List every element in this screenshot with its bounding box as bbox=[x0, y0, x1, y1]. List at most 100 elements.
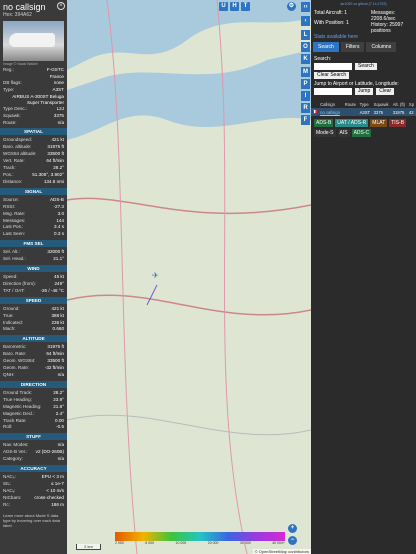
map-button-l[interactable]: L bbox=[301, 30, 310, 40]
altitude-legend bbox=[115, 532, 285, 541]
table-row[interactable]: 🇫🇷 no callsign A3ST 3375 31975 42 bbox=[311, 108, 416, 116]
accuracy-label: Rc: bbox=[3, 501, 10, 507]
stuff-value: v2 (DO-260B) bbox=[35, 449, 64, 455]
column-header[interactable]: Callsign bbox=[319, 101, 344, 108]
speed-row: True: 388 kt bbox=[0, 313, 67, 320]
zoom-in-button[interactable]: + bbox=[288, 524, 297, 533]
chevron-left-icon[interactable]: ‹ bbox=[301, 16, 310, 26]
wind-row: Speed: 45 kt bbox=[0, 274, 67, 281]
button-u[interactable]: U bbox=[219, 2, 228, 11]
accuracy-row: NACᵥ: < 10 m/s bbox=[0, 488, 67, 495]
stuff-label: Category: bbox=[3, 456, 23, 462]
direction-row: Ground Track: 28.2° bbox=[0, 390, 67, 397]
spatial-value: 421 kt bbox=[51, 137, 64, 143]
altitude-value: 31975 ft bbox=[47, 344, 64, 350]
wind-label: TAT / OAT: bbox=[3, 287, 25, 293]
stuff-value: n/a bbox=[57, 442, 64, 448]
column-header[interactable]: Sp bbox=[408, 101, 416, 108]
altitude-tick: 40 000+ bbox=[272, 541, 285, 545]
direction-label: Magnetic Decl.: bbox=[3, 410, 35, 416]
column-header[interactable]: Alt. (ft) bbox=[392, 101, 408, 108]
reg-value[interactable]: F-GSTC bbox=[47, 67, 64, 74]
map-button-p[interactable]: P bbox=[301, 78, 310, 89]
with-position: With Position: 1 bbox=[314, 20, 349, 26]
settings-icon[interactable]: ⚙ bbox=[287, 2, 296, 11]
tab-search[interactable]: Search bbox=[313, 42, 339, 52]
chevron-left-right-icon[interactable]: ‹› bbox=[301, 2, 310, 12]
signal-value: ADS-B bbox=[49, 196, 64, 202]
speed-label: Ground: bbox=[3, 305, 20, 311]
motorway bbox=[67, 294, 311, 316]
search-button[interactable]: Search bbox=[355, 63, 377, 70]
zoom-out-button[interactable]: − bbox=[288, 536, 297, 545]
direction-value: 2.4° bbox=[55, 410, 64, 416]
wind-label: Speed: bbox=[3, 274, 18, 280]
type-label: Type: bbox=[3, 86, 15, 92]
section-header-accuracy: ACCURACY bbox=[0, 465, 67, 473]
signal-label: Last Seen: bbox=[3, 231, 25, 237]
tab-columns[interactable]: Columns bbox=[366, 42, 397, 52]
jump-input[interactable] bbox=[314, 88, 352, 95]
source-tag: MLAT bbox=[370, 119, 388, 127]
column-header[interactable] bbox=[311, 101, 319, 108]
detail-sections: SPATIAL Groundspeed: 421 kt Baro. altitude:… bbox=[0, 128, 67, 508]
map-button-r[interactable]: R bbox=[301, 103, 310, 114]
signal-label: Msg. Rate: bbox=[3, 210, 26, 216]
source-tag: AIS bbox=[337, 129, 350, 137]
jump-button[interactable]: Jump bbox=[355, 88, 374, 95]
altitude-label: Baro. Rate: bbox=[3, 351, 27, 357]
type-full: AIRBUS A-300ST Beluga Super Transporter bbox=[12, 93, 64, 105]
table-cell: 3375 bbox=[372, 108, 392, 116]
signal-row: Last Pos.: 3.4 s bbox=[0, 224, 67, 231]
map-button-m[interactable]: M bbox=[301, 66, 310, 77]
version-link[interactable]: tar1090 on github (7.14.1753) bbox=[311, 0, 416, 8]
fms-label: Sel. Alt.: bbox=[3, 249, 20, 255]
map-button-o[interactable]: O bbox=[301, 42, 310, 53]
column-header[interactable]: Route bbox=[344, 101, 359, 108]
direction-row: Track Rate: 0.00 bbox=[0, 418, 67, 425]
tab-filters[interactable]: Filters bbox=[340, 42, 365, 52]
spatial-row: Groundspeed: 421 kt bbox=[0, 137, 67, 144]
aircraft-photo[interactable] bbox=[3, 21, 64, 61]
dbflags-row: DB flags: none bbox=[0, 80, 67, 87]
route-row: Route: n/a bbox=[0, 120, 67, 127]
aircraft-photo-shape bbox=[9, 33, 55, 47]
map-button-i[interactable]: I bbox=[301, 91, 310, 101]
signal-row: Last Seen: 0.3 s bbox=[0, 231, 67, 238]
source-tag: ADS-C bbox=[351, 129, 372, 137]
signal-value: 144 bbox=[56, 217, 64, 223]
column-header[interactable]: Type bbox=[359, 101, 373, 108]
clear-button[interactable]: Clear bbox=[376, 88, 395, 95]
dbflags-label: DB flags: bbox=[3, 79, 22, 85]
fms-value: 21.1° bbox=[53, 256, 64, 262]
aircraft-marker-icon[interactable]: ✈ bbox=[152, 271, 159, 280]
altitude-row: QNH: n/a bbox=[0, 372, 67, 379]
altitude-value: n/a bbox=[57, 372, 64, 377]
search-input[interactable] bbox=[314, 63, 352, 70]
signal-label: RSSI: bbox=[3, 203, 15, 209]
accuracy-value: 186 m bbox=[51, 501, 64, 507]
close-icon[interactable]: × bbox=[57, 2, 65, 10]
button-t[interactable]: T bbox=[241, 2, 250, 11]
direction-row: Magnetic Decl.: 2.4° bbox=[0, 411, 67, 418]
altitude-tick: 2 000 bbox=[115, 541, 124, 545]
map-canvas[interactable]: ✈ bbox=[67, 0, 311, 554]
direction-label: True Heading: bbox=[3, 396, 32, 402]
map-scale: 2 km bbox=[76, 544, 101, 550]
map-view[interactable]: ✈ U H T ⚙ 2 km 2 000 6 000 10 000 20 000 30 … bbox=[67, 0, 311, 554]
map-attribution[interactable]: © OpenStreetMap contributors bbox=[252, 549, 311, 554]
fms-row: Sel. Head.: 21.1° bbox=[0, 256, 67, 263]
signal-value: 3.0 bbox=[57, 210, 64, 216]
section-header-signal: SIGNAL bbox=[0, 187, 67, 195]
map-button-k[interactable]: K bbox=[301, 54, 310, 65]
signal-row: Messages: 144 bbox=[0, 218, 67, 225]
spatial-label: WGS84 altitude: bbox=[3, 151, 37, 157]
spatial-label: Pos.: bbox=[3, 171, 14, 177]
button-h[interactable]: H bbox=[230, 2, 239, 11]
aircraft-list-panel: tar1090 on github (7.14.1753) Total Airc… bbox=[311, 0, 416, 554]
column-header[interactable]: Squawk bbox=[373, 101, 392, 108]
stats-block: Total Aircraft: 1 With Position: 1 Messa… bbox=[311, 8, 416, 34]
accuracy-row: NACₚ: EPU < 3 m bbox=[0, 474, 67, 481]
clear-search-button[interactable]: Clear Search bbox=[314, 72, 350, 79]
map-button-f[interactable]: F bbox=[301, 115, 310, 126]
